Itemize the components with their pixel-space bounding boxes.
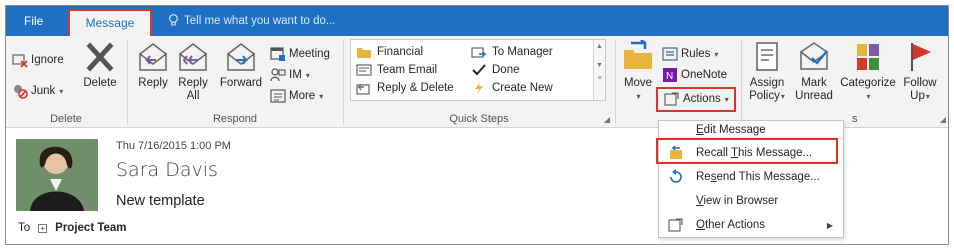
actions-highlight (656, 87, 736, 112)
reply-button[interactable]: Reply (136, 40, 170, 90)
message-subject: New template (116, 193, 205, 209)
delete-group: Ignore Junk ▾ Delete Delete (6, 36, 126, 128)
tab-file[interactable]: File (24, 14, 43, 28)
move-folder-icon (624, 40, 652, 69)
tab-message[interactable]: Message (68, 9, 152, 37)
onenote-icon: N (663, 68, 677, 82)
im-icon (270, 68, 286, 82)
forward-button[interactable]: Forward (218, 40, 264, 90)
im-button[interactable]: IM ▾ (270, 67, 310, 83)
more-respond-button[interactable]: More ▾ (270, 88, 323, 104)
respond-group: Reply Reply All Forward Meeting IM ▾ Mor… (128, 36, 342, 128)
tell-me-text: Tell me what you want to do... (184, 14, 336, 27)
respond-group-label: Respond (212, 113, 258, 125)
ignore-icon (12, 54, 28, 68)
svg-text:N: N (666, 71, 673, 82)
delete-button[interactable]: Delete (80, 40, 120, 90)
reply-icon (139, 43, 167, 71)
person-silhouette-icon (16, 139, 98, 211)
chevron-down-icon: ▾ (636, 92, 641, 101)
chevron-down-icon: ▾ (305, 70, 310, 80)
rules-button[interactable]: Rules ▾ (662, 46, 718, 62)
chevron-down-icon: ▾ (780, 92, 785, 101)
categorize-button[interactable]: Categorize ▾ (838, 40, 898, 103)
follow-up-button[interactable]: Follow Up▾ (900, 40, 940, 103)
menu-item-other-actions[interactable]: Other Actions ▶ (659, 213, 843, 237)
dialog-launcher-icon[interactable]: ◢ (604, 115, 610, 124)
move-button[interactable]: Move ▾ (620, 40, 656, 103)
assign-policy-button[interactable]: Assign Policy▾ (744, 40, 790, 103)
recipients-row: To + Project Team (18, 222, 127, 234)
chevron-down-icon: ▾ (59, 86, 64, 96)
to-label: To (18, 222, 31, 234)
more-icon (270, 89, 286, 103)
chevron-down-icon: ▾ (714, 49, 719, 59)
tags-group-label: s (852, 113, 858, 125)
menu-item-resend-message[interactable]: Resend This Message... (659, 165, 843, 189)
delete-x-icon (86, 42, 114, 72)
expand-group-icon[interactable]: + (38, 223, 48, 233)
rules-icon (662, 47, 678, 61)
dialog-launcher-icon[interactable]: ◢ (940, 115, 946, 124)
resend-icon (670, 169, 682, 183)
categorize-icon (857, 44, 879, 70)
ribbon: Ignore Junk ▾ Delete Delete Reply Reply A… (6, 36, 948, 128)
delete-group-label: Delete (50, 113, 82, 125)
outlook-message-window: File Message Tell me what you want to do… (5, 5, 949, 245)
flag-icon (911, 43, 931, 71)
message-date: Thu 7/16/2015 1:00 PM (116, 140, 231, 152)
forward-icon (227, 43, 255, 71)
move-group: Move ▾ Rules ▾ N OneNote Actions ▾ (616, 36, 740, 128)
mark-unread-button[interactable]: Mark Unread (792, 40, 836, 103)
chevron-down-icon: ▾ (925, 92, 930, 101)
menu-item-view-in-browser[interactable]: View in Browser (659, 189, 843, 213)
tell-me-box[interactable]: Tell me what you want to do... (168, 14, 336, 27)
other-actions-icon (668, 218, 683, 232)
lightbulb-icon (169, 14, 178, 26)
reply-all-icon (179, 43, 207, 71)
menu-item-edit-message[interactable]: Edit Message (659, 121, 843, 139)
submenu-arrow-icon: ▶ (826, 220, 833, 230)
ribbon-tab-bar: File Message Tell me what you want to do… (6, 6, 948, 37)
junk-icon (14, 85, 28, 99)
meeting-icon (270, 47, 285, 61)
quick-steps-group: Quick Steps ◢ (344, 36, 614, 128)
mark-unread-icon (800, 42, 828, 70)
junk-button[interactable]: Junk ▾ (12, 83, 63, 99)
onenote-button[interactable]: N OneNote (662, 67, 727, 83)
sender-photo (16, 139, 98, 211)
tags-group: Assign Policy▾ Mark Unread Categorize ▾ F… (742, 36, 948, 128)
recall-highlight (656, 138, 838, 164)
reply-all-button[interactable]: Reply All (176, 40, 210, 103)
ignore-button[interactable]: Ignore (12, 52, 64, 68)
quick-steps-group-label: Quick Steps (449, 113, 509, 125)
meeting-button[interactable]: Meeting (270, 46, 330, 62)
sender-name[interactable]: Sara Davis (116, 159, 218, 181)
policy-icon (756, 42, 778, 71)
chevron-down-icon: ▾ (866, 92, 871, 101)
chevron-down-icon: ▾ (319, 91, 324, 101)
recipient-group[interactable]: Project Team (55, 222, 126, 234)
